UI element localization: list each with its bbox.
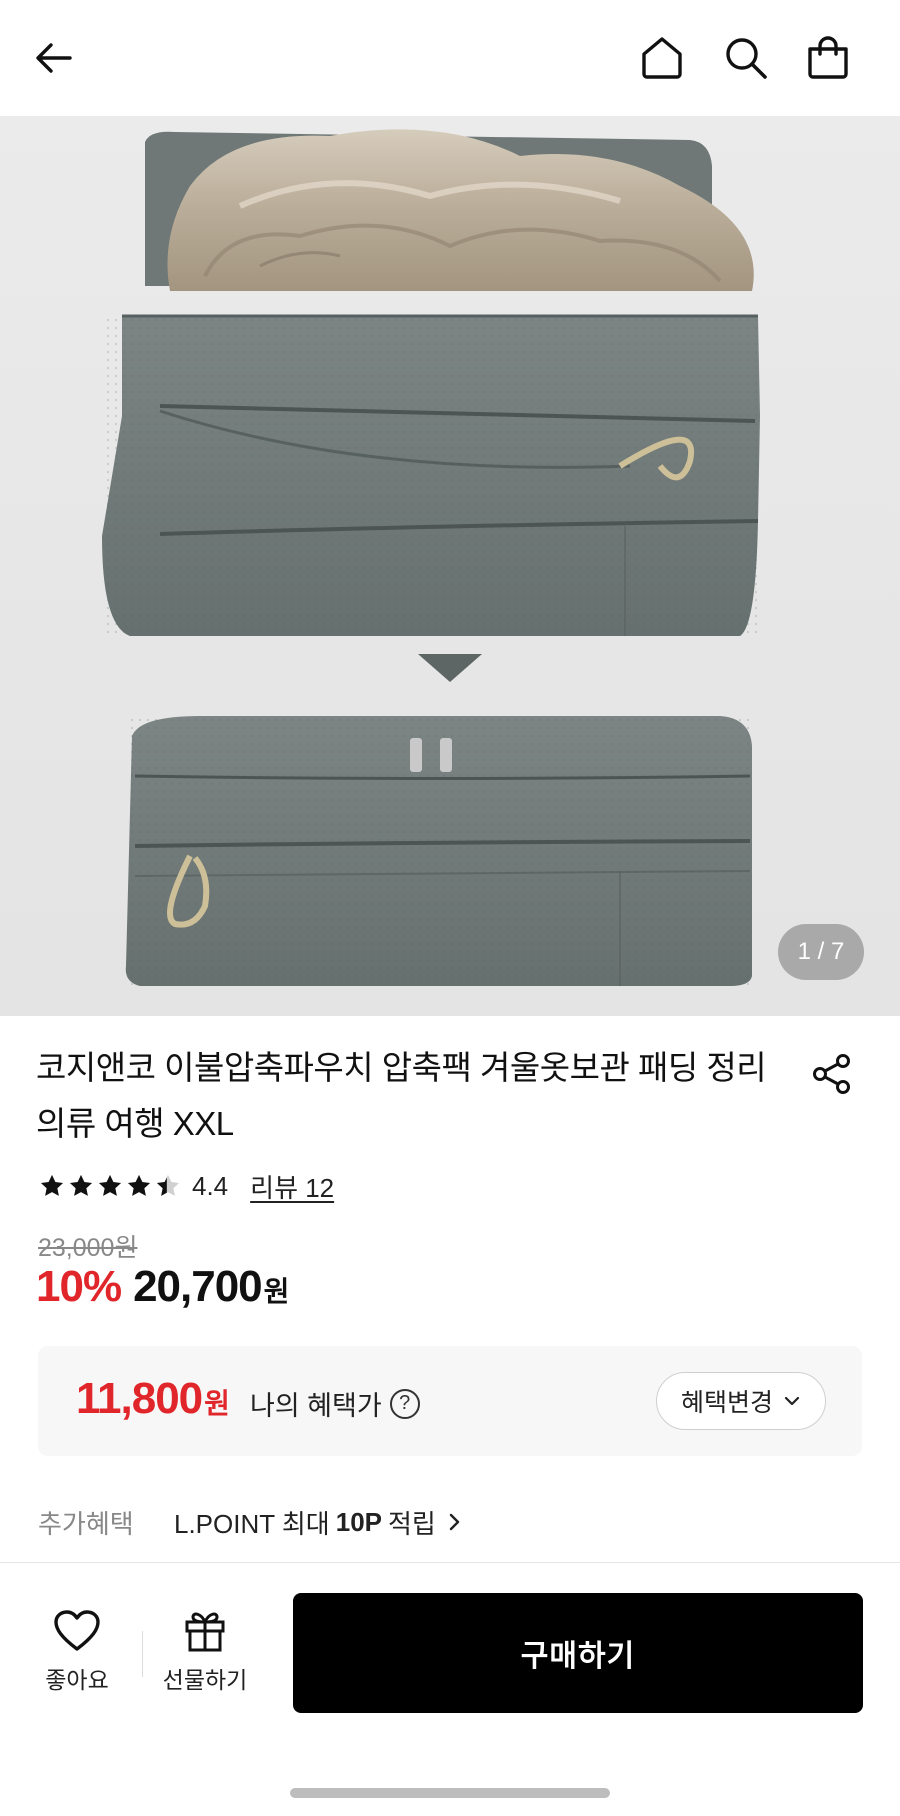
review-link[interactable]: 리뷰 12 xyxy=(250,1168,334,1205)
product-title: 코지앤코 이불압축파우치 압축팩 겨울옷보관 패딩 정리 의류 여행 XXL xyxy=(36,1049,767,1142)
rating-value: 4.4 xyxy=(192,1170,229,1201)
divider xyxy=(142,1631,143,1677)
discount-rate: 10% xyxy=(36,1262,122,1311)
gift-button[interactable]: 선물하기 xyxy=(155,1609,255,1695)
arrow-left-icon xyxy=(36,43,72,73)
star-partial-icon xyxy=(156,1174,180,1196)
product-image[interactable]: 1 / 7 xyxy=(0,116,900,1016)
benefit-price: 11,800 원 xyxy=(76,1374,230,1424)
like-button[interactable]: 좋아요 xyxy=(27,1609,127,1695)
star-rating xyxy=(38,1172,182,1200)
image-counter: 1 / 7 xyxy=(778,924,864,980)
star-full-icon xyxy=(40,1174,64,1196)
benefit-label-group: 나의 혜택가 ? xyxy=(250,1384,420,1423)
price-row: 10% 20,700 원 xyxy=(36,1262,289,1322)
back-button[interactable] xyxy=(24,28,84,88)
lpoint-text-suffix: 적립 xyxy=(388,1508,436,1539)
benefit-change-label: 혜택변경 xyxy=(680,1389,773,1417)
benefit-label: 나의 혜택가 xyxy=(250,1391,382,1421)
star-full-icon xyxy=(127,1174,151,1196)
lpoint-points: 10P xyxy=(335,1506,382,1537)
original-price: 23,000원 xyxy=(38,1234,138,1262)
benefit-price-value: 11,800 xyxy=(76,1374,203,1423)
gift-label: 선물하기 xyxy=(162,1667,248,1693)
heart-icon xyxy=(54,1610,100,1651)
star-full-icon xyxy=(69,1174,93,1196)
benefit-change-button[interactable]: 혜택변경 xyxy=(655,1372,826,1430)
additional-benefit-row[interactable]: 추가혜택 L.POINT 최대 10P 적립 xyxy=(38,1502,462,1542)
sale-price-unit: 원 xyxy=(263,1276,290,1307)
bottom-action-bar: 좋아요 선물하기 구매하기 xyxy=(0,1562,900,1816)
share-icon xyxy=(813,1054,850,1094)
sale-price: 20,700 xyxy=(133,1262,263,1311)
like-label: 좋아요 xyxy=(45,1667,109,1693)
lpoint-benefit[interactable]: L.POINT 최대 10P 적립 xyxy=(174,1504,462,1541)
share-button[interactable] xyxy=(804,1046,860,1102)
product-photo xyxy=(102,129,760,986)
home-icon xyxy=(642,37,682,79)
lpoint-text-prefix: L.POINT 최대 xyxy=(174,1508,330,1539)
star-full-icon xyxy=(98,1174,122,1196)
chevron-down-icon xyxy=(784,1396,800,1406)
help-icon[interactable]: ? xyxy=(389,1388,420,1419)
top-navigation-bar xyxy=(0,0,900,116)
search-icon xyxy=(726,38,767,79)
benefit-price-unit: 원 xyxy=(204,1388,230,1419)
benefit-price-box: 11,800 원 나의 혜택가 ? 혜택변경 xyxy=(38,1346,862,1456)
home-button[interactable] xyxy=(632,28,692,88)
additional-benefit-label: 추가혜택 xyxy=(38,1508,134,1539)
buy-button[interactable]: 구매하기 xyxy=(293,1593,863,1713)
chevron-right-icon xyxy=(449,1513,460,1531)
gift-icon xyxy=(185,1612,225,1652)
cart-button[interactable] xyxy=(798,28,858,88)
shopping-bag-icon xyxy=(808,36,848,79)
home-indicator xyxy=(290,1788,610,1798)
search-button[interactable] xyxy=(716,28,776,88)
rating-row: 4.4 리뷰 12 xyxy=(38,1166,334,1206)
